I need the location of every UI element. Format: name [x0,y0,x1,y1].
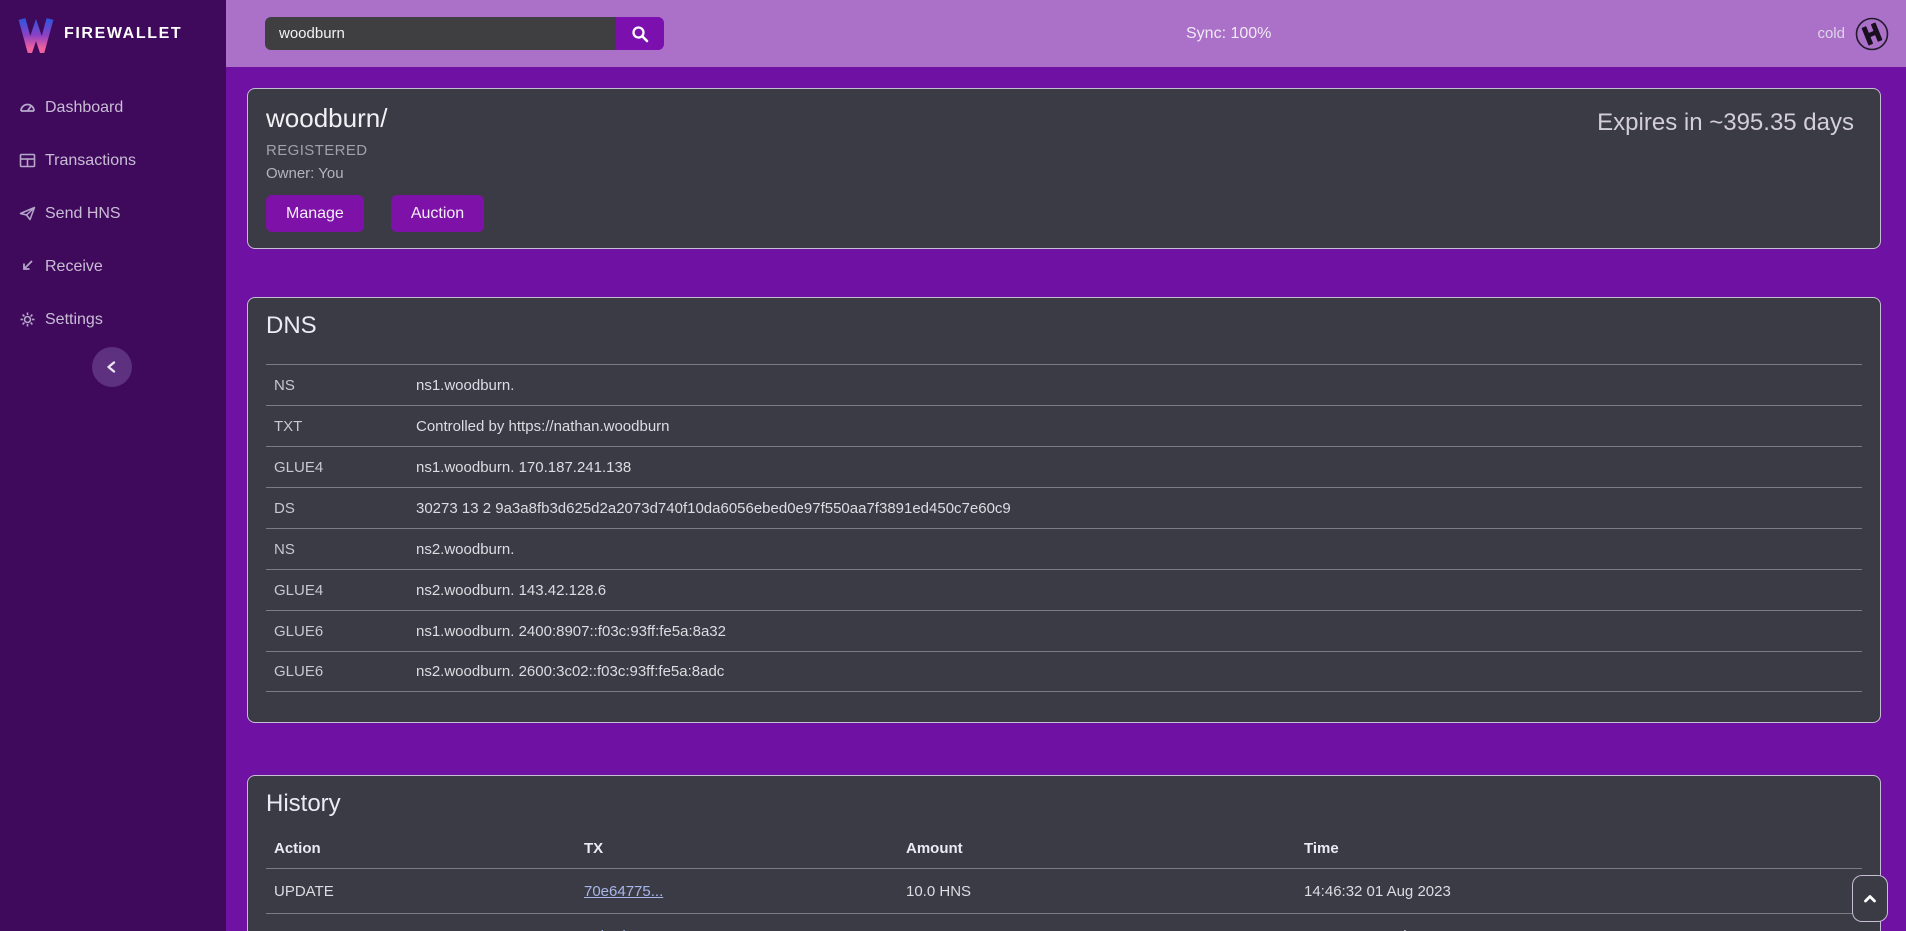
dns-record-value: ns1.woodburn. 2400:8907::f03c:93ff:fe5a:… [416,623,1862,640]
dashboard-icon [19,99,36,116]
handshake-icon [1854,16,1890,52]
main-region: Sync: 100% cold woodburn/ [226,0,1906,931]
sidebar-collapse-button[interactable] [92,347,132,387]
domain-card: woodburn/ REGISTERED Owner: You Manage A… [247,88,1881,249]
transactions-icon [19,152,36,169]
dns-record-row: GLUE4 ns2.woodburn. 143.42.128.6 [266,569,1862,610]
dns-record-row: NS ns2.woodburn. [266,528,1862,569]
send-icon [19,205,36,222]
history-col-amount: Amount [906,840,1304,857]
sidebar-item-label: Send HNS [45,205,121,223]
sidebar-item-label: Settings [45,311,103,329]
domain-status-badge: REGISTERED [266,142,1862,159]
sidebar-item-send-hns[interactable]: Send HNS [0,187,226,240]
dns-record-row: TXT Controlled by https://nathan.woodbur… [266,405,1862,446]
dns-record-value: ns1.woodburn. [416,377,1862,394]
dns-record-value: 30273 13 2 9a3a8fb3d625d2a2073d740f10da6… [416,500,1862,517]
dns-record-row: DS 30273 13 2 9a3a8fb3d625d2a2073d740f10… [266,487,1862,528]
chevron-up-icon [1861,890,1879,908]
dns-table: NS ns1.woodburn. TXT Controlled by https… [266,364,1862,692]
dns-record-type: NS [274,541,416,558]
dns-record-type: GLUE4 [274,459,416,476]
page-content: woodburn/ REGISTERED Owner: You Manage A… [226,67,1906,931]
tx-link[interactable]: 47b6d1... [584,928,647,931]
tx-link[interactable]: 70e64775... [584,883,663,900]
manage-button[interactable]: Manage [266,195,364,232]
search-button[interactable] [616,17,664,50]
history-time: 15:47:36 07 Jul 2023 [1304,928,1862,931]
dns-record-type: DS [274,500,416,517]
dns-record-type: NS [274,377,416,394]
history-card: History Action TX Amount Time UPDATE 70e… [247,775,1881,931]
history-action: RENEW [274,928,584,931]
dns-record-type: GLUE6 [274,623,416,640]
wallet-mode-label: cold [1817,25,1845,42]
dns-record-row: GLUE6 ns1.woodburn. 2400:8907::f03c:93ff… [266,610,1862,651]
receive-icon [19,258,36,275]
sidebar-item-label: Receive [45,258,103,276]
sidebar-nav: Dashboard Transactions Send HNS Receive [0,81,226,346]
app-window: FIREWALLET Dashboard Transactions Send H… [0,0,1906,931]
history-row: UPDATE 70e64775... 10.0 HNS 14:46:32 01 … [266,868,1862,913]
history-card-title: History [266,790,1862,818]
sidebar-item-settings[interactable]: Settings [0,293,226,346]
dns-record-type: GLUE6 [274,663,416,680]
sidebar-item-label: Transactions [45,152,136,170]
history-action: UPDATE [274,883,584,900]
sidebar-item-receive[interactable]: Receive [0,240,226,293]
dns-record-type: GLUE4 [274,582,416,599]
chevron-left-icon [103,358,121,376]
dns-record-value: ns2.woodburn. 2600:3c02::f03c:93ff:fe5a:… [416,663,1862,680]
dns-record-value: ns1.woodburn. 170.187.241.138 [416,459,1862,476]
dns-record-row: GLUE4 ns1.woodburn. 170.187.241.138 [266,446,1862,487]
history-row: RENEW 47b6d1... 10.0 HNS 15:47:36 07 Jul… [266,913,1862,931]
scroll-to-top-button[interactable] [1852,875,1888,922]
brand: FIREWALLET [0,0,226,67]
history-col-tx: TX [584,840,906,857]
history-time: 14:46:32 01 Aug 2023 [1304,883,1862,900]
dns-record-value: ns2.woodburn. 143.42.128.6 [416,582,1862,599]
history-amount: 10.0 HNS [906,883,1304,900]
brand-name: FIREWALLET [64,25,182,43]
sync-status: Sync: 100% [1186,0,1271,67]
wallet-area: cold [1817,16,1890,52]
expires-label: Expires in ~395.35 days [1597,109,1854,137]
dns-record-row: GLUE6 ns2.woodburn. 2600:3c02::f03c:93ff… [266,651,1862,692]
dns-record-value: ns2.woodburn. [416,541,1862,558]
domain-owner: Owner: You [266,165,1862,182]
dns-record-row: NS ns1.woodburn. [266,364,1862,405]
domain-actions: Manage Auction [266,195,1862,232]
dns-record-value: Controlled by https://nathan.woodburn [416,418,1862,435]
dns-record-type: TXT [274,418,416,435]
history-amount: 10.0 HNS [906,928,1304,931]
history-header-row: Action TX Amount Time [266,828,1862,868]
settings-icon [19,311,36,328]
search-group [265,17,664,50]
sidebar-item-dashboard[interactable]: Dashboard [0,81,226,134]
sidebar-item-transactions[interactable]: Transactions [0,134,226,187]
sidebar-item-label: Dashboard [45,99,123,117]
dns-card-title: DNS [266,312,1862,340]
search-icon [631,25,649,43]
history-col-time: Time [1304,840,1862,857]
search-input[interactable] [265,17,616,50]
history-table: Action TX Amount Time UPDATE 70e64775...… [266,828,1862,931]
history-col-action: Action [274,840,584,857]
dns-card: DNS NS ns1.woodburn. TXT Controlled by h… [247,297,1881,723]
topbar: Sync: 100% cold [226,0,1906,67]
sidebar: FIREWALLET Dashboard Transactions Send H… [0,0,226,931]
firewallet-logo-icon [18,15,54,53]
auction-button[interactable]: Auction [391,195,484,232]
